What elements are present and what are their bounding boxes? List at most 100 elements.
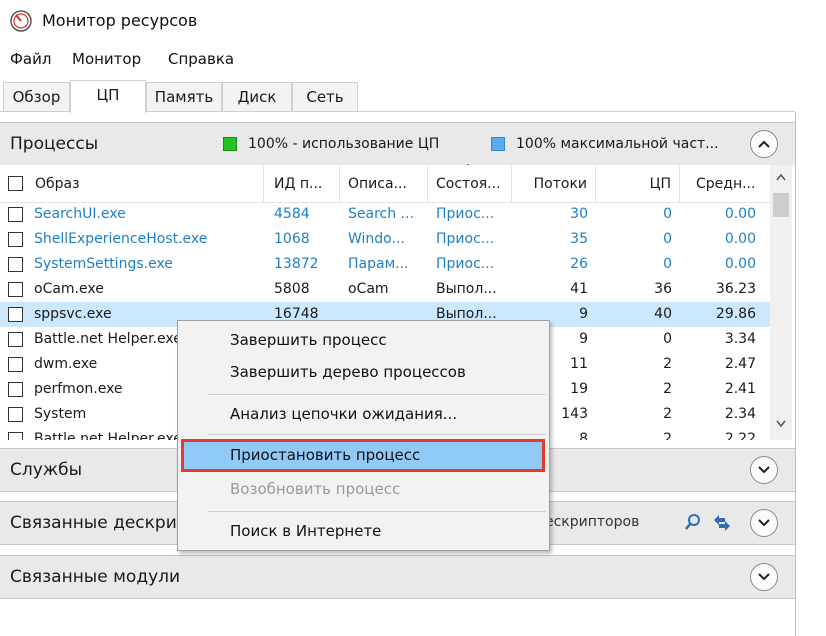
cell-avg: 0.00 <box>724 231 756 247</box>
table-row[interactable]: SystemSettings.exe 13872 Парам... Приос... 2… <box>0 252 770 277</box>
col-description[interactable]: Описа... <box>340 165 428 203</box>
cell-avg: 2.41 <box>724 381 756 397</box>
cell-cpu: 2 <box>663 381 672 397</box>
services-title: Службы <box>10 460 83 480</box>
tab-disk[interactable]: Диск <box>222 82 292 112</box>
tab-network[interactable]: Сеть <box>292 82 358 112</box>
col-pid[interactable]: ИД п... <box>264 165 340 203</box>
cell-cpu: 0 <box>663 256 672 272</box>
cell-image: ShellExperienceHost.exe <box>34 231 208 247</box>
menu-separator <box>208 394 546 395</box>
processes-scrollbar[interactable] <box>770 165 792 440</box>
menu-suspend-process[interactable]: Приостановить процесс <box>230 446 420 464</box>
cell-image: oCam.exe <box>34 281 104 297</box>
title-bar: Монитор ресурсов <box>0 0 826 44</box>
menu-help[interactable]: Справка <box>168 50 234 68</box>
cell-avg: 2.47 <box>724 356 756 372</box>
tab-memory[interactable]: Память <box>146 82 222 112</box>
cell-pid: 1068 <box>274 231 310 247</box>
cell-pid: 13872 <box>274 256 319 272</box>
cell-image: SearchUI.exe <box>34 206 126 222</box>
menu-end-process[interactable]: Завершить процесс <box>230 331 387 349</box>
table-header: Образ ИД п... Описа... Состоя... Потоки … <box>0 165 770 203</box>
menu-separator <box>208 511 546 512</box>
tab-bar: Обзор ЦП Память Диск Сеть <box>0 80 826 113</box>
cell-image: SystemSettings.exe <box>34 256 173 272</box>
cell-state: Выпол... <box>436 281 497 297</box>
cell-cpu: 0 <box>663 331 672 347</box>
cell-cpu: 2 <box>663 406 672 422</box>
cell-avg: 2.34 <box>724 406 756 422</box>
menu-monitor[interactable]: Монитор <box>72 50 141 68</box>
cell-threads: 26 <box>570 256 588 272</box>
tab-cpu[interactable]: ЦП <box>70 80 146 113</box>
menu-analyze-wait-chain[interactable]: Анализ цепочки ожидания... <box>230 405 457 423</box>
cell-desc: oCam <box>348 281 389 297</box>
table-row[interactable]: ShellExperienceHost.exe 1068 Windo... Приос… <box>0 227 770 252</box>
context-menu: Завершить процесс Завершить дерево проце… <box>177 320 550 551</box>
cell-avg: 36.23 <box>715 281 756 297</box>
table-row[interactable]: oCam.exe 5808 oCam Выпол... 41 36 36.23 <box>0 277 770 302</box>
collapse-processes-button[interactable] <box>750 130 778 158</box>
menu-bar: Файл Монитор Справка <box>0 48 826 72</box>
col-image[interactable]: Образ <box>0 165 264 203</box>
chevron-down-icon <box>758 519 770 527</box>
modules-title: Связанные модули <box>10 567 181 587</box>
scroll-down-icon[interactable] <box>776 420 786 428</box>
row-checkbox[interactable] <box>8 382 23 397</box>
col-threads[interactable]: Потоки <box>512 165 596 203</box>
modules-header[interactable]: Связанные модули <box>0 555 795 599</box>
select-all-checkbox[interactable] <box>8 176 23 191</box>
cell-threads: 41 <box>570 281 588 297</box>
cell-cpu: 2 <box>663 356 672 372</box>
row-checkbox[interactable] <box>8 432 23 440</box>
cpu-legend-label: 100% - использование ЦП <box>248 136 440 152</box>
tab-overview[interactable]: Обзор <box>3 82 70 112</box>
cell-cpu: 2 <box>663 431 672 440</box>
search-icon[interactable] <box>683 513 703 533</box>
col-average[interactable]: Средн... <box>680 165 770 203</box>
processes-title: Процессы <box>10 134 99 154</box>
processes-header[interactable]: Процессы 100% - использование ЦП 100% ма… <box>0 122 795 166</box>
cell-threads: 30 <box>570 206 588 222</box>
row-checkbox[interactable] <box>8 207 23 222</box>
cell-state: Приос... <box>436 231 495 247</box>
cell-cpu: 36 <box>654 281 672 297</box>
menu-search-online[interactable]: Поиск в Интернете <box>230 522 381 540</box>
cell-avg: 29.86 <box>715 306 756 322</box>
row-checkbox[interactable] <box>8 407 23 422</box>
handles-title: Связанные дескри <box>10 513 177 533</box>
row-checkbox[interactable] <box>8 257 23 272</box>
cell-threads: 35 <box>570 231 588 247</box>
chevron-down-icon <box>758 573 770 581</box>
row-checkbox[interactable] <box>8 282 23 297</box>
row-checkbox[interactable] <box>8 307 23 322</box>
row-checkbox[interactable] <box>8 357 23 372</box>
chevron-up-icon <box>758 140 770 148</box>
row-checkbox[interactable] <box>8 332 23 347</box>
col-state[interactable]: Состоя... <box>428 165 512 203</box>
cell-desc: Windo... <box>348 231 405 247</box>
cell-avg: 2.22 <box>724 431 756 440</box>
resource-monitor-icon <box>10 10 32 32</box>
expand-handles-button[interactable] <box>750 509 778 537</box>
refresh-search-icon[interactable] <box>710 512 734 534</box>
cell-cpu: 40 <box>654 306 672 322</box>
expand-modules-button[interactable] <box>750 563 778 591</box>
scroll-thumb[interactable] <box>773 193 789 217</box>
row-checkbox[interactable] <box>8 232 23 247</box>
freq-legend-label: 100% максимальной част... <box>516 136 719 152</box>
menu-file[interactable]: Файл <box>10 50 51 68</box>
cell-avg: 3.34 <box>724 331 756 347</box>
table-row[interactable]: SearchUI.exe 4584 Search ... Приос... 30 0 0.0… <box>0 202 770 227</box>
menu-end-process-tree[interactable]: Завершить дерево процессов <box>230 363 466 381</box>
window-title: Монитор ресурсов <box>42 11 198 30</box>
cell-avg: 0.00 <box>724 256 756 272</box>
scroll-up-icon[interactable] <box>776 173 786 181</box>
expand-services-button[interactable] <box>750 456 778 484</box>
menu-separator <box>208 434 546 435</box>
menu-resume-process: Возобновить процесс <box>230 480 401 498</box>
col-cpu[interactable]: ЦП <box>596 165 680 203</box>
cell-state: Приос... <box>436 256 495 272</box>
handles-search-input[interactable]: ескрипторов <box>545 511 705 537</box>
